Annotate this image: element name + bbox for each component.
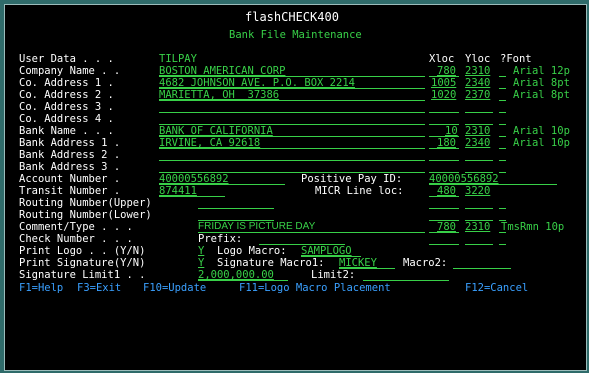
print-signature-field[interactable]: Y: [198, 257, 204, 269]
company-name-label: Company Name . .: [19, 65, 121, 77]
logo-macro-label: Logo Macro:: [217, 245, 287, 257]
co-address-1-xloc[interactable]: 1005: [431, 77, 456, 89]
bank-address-2-xloc[interactable]: [429, 160, 459, 161]
account-number-label: Account Number .: [19, 173, 121, 185]
co-address-2-underline: [159, 100, 425, 101]
signature-limit1-label: Signature Limit1 . .: [19, 269, 146, 281]
check-number-xloc[interactable]: [429, 244, 459, 245]
co-address-1-yloc[interactable]: 2340: [465, 77, 490, 89]
signature-macro1-label: Signature Macro1:: [217, 257, 325, 269]
co-address-2-label: Co. Address 2 .: [19, 89, 114, 101]
f3-exit-key[interactable]: F3=Exit: [77, 282, 121, 294]
signature-macro2-label: Macro2:: [403, 257, 448, 269]
f11-logo-macro-key[interactable]: F11=Logo Macro Placement: [239, 282, 391, 294]
micr-line-y[interactable]: 3220: [465, 185, 490, 197]
co-address-3-xloc[interactable]: [429, 112, 459, 113]
print-logo-label: Print Logo . . (Y/N): [19, 245, 146, 257]
comment-type-yloc[interactable]: 2310: [465, 221, 490, 233]
print-signature-label: Print Signature(Y/N): [19, 257, 146, 269]
positive-pay-label: Positive Pay ID:: [301, 173, 403, 185]
co-address-2-yloc[interactable]: 2370: [465, 89, 490, 101]
comment-type-font: TmsRmn 10p: [501, 221, 565, 233]
co-address-1-font-flag[interactable]: [499, 88, 506, 89]
co-address-3-font-flag[interactable]: [499, 112, 506, 113]
company-name-font-flag[interactable]: [499, 76, 506, 77]
co-address-4-font-flag[interactable]: [499, 124, 506, 125]
app-title: flashCHECK400: [245, 10, 339, 24]
co-address-3-label: Co. Address 3 .: [19, 101, 114, 113]
co-address-2-font: Arial 8pt: [513, 89, 570, 101]
limit2-label: Limit2:: [311, 269, 356, 281]
routing-upper-font-flag[interactable]: [499, 208, 506, 209]
routing-lower-label: Routing Number(Lower): [19, 209, 152, 221]
co-address-1-font: Arial 8pt: [513, 77, 570, 89]
terminal-screen: flashCHECK400 Bank File Maintenance Xloc…: [4, 4, 587, 371]
check-number-font-flag[interactable]: [499, 244, 506, 245]
signature-macro2-field[interactable]: [453, 268, 511, 269]
transit-number-label: Transit Number .: [19, 185, 121, 197]
co-address-3-yloc[interactable]: [465, 112, 493, 113]
transit-number-underline: [159, 196, 225, 197]
screen-subtitle: Bank File Maintenance: [229, 29, 362, 41]
comment-type-font-flag[interactable]: [499, 232, 506, 233]
bank-address-3-font-flag[interactable]: [499, 172, 506, 173]
bank-name-font: Arial 10p: [513, 125, 570, 137]
bank-address-2-yloc[interactable]: [465, 160, 493, 161]
limit2-field[interactable]: [363, 280, 449, 281]
f12-cancel-key[interactable]: F12=Cancel: [465, 282, 528, 294]
co-address-2-font-flag[interactable]: [499, 100, 506, 101]
bank-address-1-underline: [159, 148, 425, 149]
co-address-2-xloc[interactable]: 1020: [431, 89, 456, 101]
co-address-1-label: Co. Address 1 .: [19, 77, 114, 89]
routing-upper-label: Routing Number(Upper): [19, 197, 152, 209]
signature-limit1-underline: [198, 280, 288, 281]
comment-type-xloc-underline: [429, 232, 459, 233]
bank-address-1-font-flag[interactable]: [499, 148, 506, 149]
routing-upper-field[interactable]: [198, 208, 274, 209]
bank-address-3-label: Bank Address 3 .: [19, 161, 121, 173]
bank-address-1-xloc-underline: [429, 148, 459, 149]
user-data-value[interactable]: TILPAY: [159, 53, 197, 65]
print-logo-field[interactable]: Y: [198, 245, 204, 257]
check-number-yloc[interactable]: [465, 244, 493, 245]
check-number-label: Check Number . . .: [19, 233, 133, 245]
micr-line-label: MICR Line loc:: [315, 185, 404, 197]
routing-upper-yloc[interactable]: [465, 208, 493, 209]
bank-address-2-font-flag[interactable]: [499, 160, 506, 161]
co-address-3-field[interactable]: [159, 112, 425, 113]
bank-address-1-yloc[interactable]: 2340: [465, 137, 490, 149]
f1-help-key[interactable]: F1=Help: [19, 282, 63, 294]
bank-name-font-flag[interactable]: [499, 136, 506, 137]
company-name-font: Arial 12p: [513, 65, 570, 77]
font-header: ?Font: [500, 53, 532, 65]
comment-type-label: Comment/Type . . .: [19, 221, 133, 233]
xloc-header: Xloc: [429, 53, 455, 65]
bank-name-label: Bank Name . . .: [19, 125, 114, 137]
company-name-yloc[interactable]: 2310: [465, 65, 490, 77]
bank-address-1-font: Arial 10p: [513, 137, 570, 149]
yloc-header: Yloc: [465, 53, 491, 65]
co-address-4-label: Co. Address 4 .: [19, 113, 114, 125]
routing-upper-xloc[interactable]: [429, 208, 459, 209]
bank-address-2-field[interactable]: [159, 160, 425, 161]
bank-address-2-label: Bank Address 2 .: [19, 149, 121, 161]
bank-address-1-label: Bank Address 1 .: [19, 137, 121, 149]
bank-name-yloc[interactable]: 2310: [465, 125, 490, 137]
prefix-label: Prefix:: [198, 233, 243, 245]
micr-line-x-underline: [429, 196, 459, 197]
f10-update-key[interactable]: F10=Update: [143, 282, 206, 294]
user-data-label: User Data . . .: [19, 53, 114, 65]
